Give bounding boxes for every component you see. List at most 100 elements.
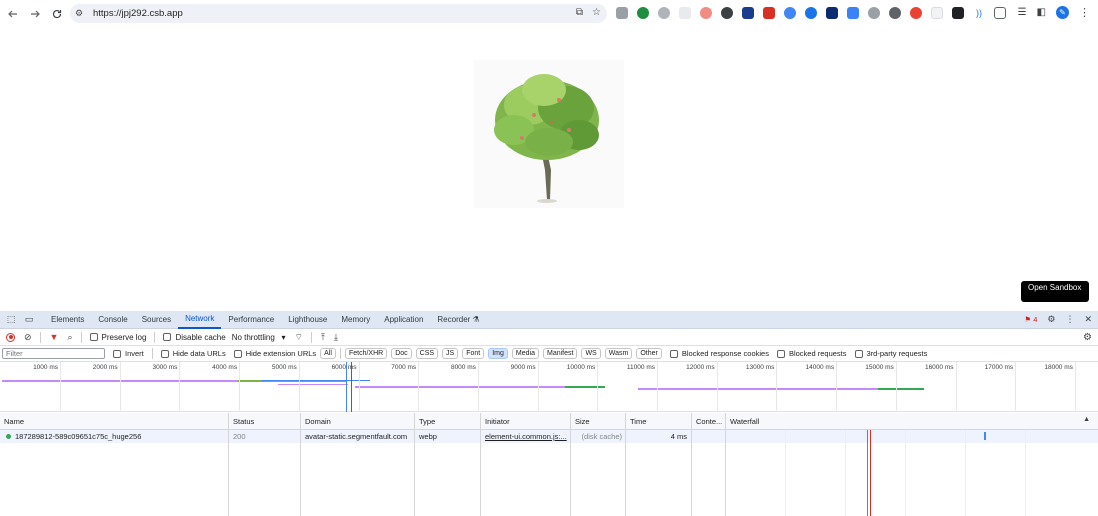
type-filter-js[interactable]: JS [442,348,459,359]
hide-data-urls-checkbox[interactable]: Hide data URLs [160,349,226,358]
type-filter-img[interactable]: Img [488,348,508,359]
settings-gear-icon[interactable]: ⚙ [1047,314,1055,325]
column-type[interactable]: Type [415,413,481,429]
checkbox-box[interactable] [113,349,121,358]
reading-list-icon[interactable]: ☰ [1018,7,1027,18]
network-overview-timeline[interactable]: 1000 ms 2000 ms 3000 ms 4000 ms 5000 ms 6000 … [0,362,1098,412]
column-waterfall[interactable]: Waterfall [726,413,1098,429]
side-panel-icon[interactable]: ◧ [1037,7,1046,18]
tab-elements[interactable]: Elements [44,311,91,329]
column-size[interactable]: Size [571,413,626,429]
extension-icon[interactable] [952,7,964,19]
forward-button[interactable] [26,5,44,23]
tab-network[interactable]: Network [178,311,222,329]
site-info-icon[interactable]: ⚙ [75,8,89,19]
column-content[interactable]: Conte... [692,413,726,429]
type-filter-other[interactable]: Other [636,348,662,359]
checkbox-box[interactable] [669,349,678,358]
camera-extension-icon[interactable] [868,7,880,19]
address-bar[interactable]: ⚙ https://jpj292.csb.app ⧉ ☆ [70,4,607,23]
type-filter-all[interactable]: All [320,348,336,359]
extension-icon[interactable] [658,7,670,19]
tab-recorder[interactable]: Recorder ⚗ [430,311,486,329]
preserve-log-checkbox[interactable]: Preserve log [89,333,146,342]
more-options-icon[interactable]: ⋮ [1065,314,1074,325]
export-har-icon[interactable]: ⤓ [334,332,338,343]
extension-icon[interactable] [889,7,901,19]
reload-button[interactable] [48,5,66,23]
type-filter-wasm[interactable]: Wasm [604,348,633,359]
type-filter-font[interactable]: Font [462,348,485,359]
invert-checkbox[interactable]: Invert [113,349,144,358]
checkbox-box[interactable] [776,349,785,358]
network-conditions-icon[interactable]: ⌔ [295,332,303,343]
back-button[interactable] [4,5,22,23]
bookmark-star-icon[interactable]: ☆ [592,7,601,18]
blocked-response-cookies-checkbox[interactable]: Blocked response cookies [669,349,769,358]
extension-icon[interactable] [826,7,838,19]
row-initiator-link[interactable]: element-ui.common.js:... [481,430,571,443]
url-text[interactable]: https://jpj292.csb.app [93,8,183,19]
disable-cache-checkbox[interactable]: Disable cache [163,333,226,342]
import-har-icon[interactable]: ⤒ [321,332,325,343]
extension-icon[interactable] [616,7,628,19]
clear-icon[interactable]: ⊘ [24,332,32,343]
install-app-icon[interactable]: ⧉ [576,7,583,18]
extension-icon[interactable]: )) [973,7,985,19]
extension-icon[interactable] [721,7,733,19]
extension-icon[interactable] [784,7,796,19]
checkbox-box[interactable] [89,333,98,341]
tab-application[interactable]: Application [377,311,430,329]
column-name[interactable]: Name [0,413,229,429]
throttling-select[interactable]: No throttling ▾ [232,333,286,342]
issues-badge[interactable]: ⚑ 4 [1024,315,1037,324]
extension-icon[interactable] [847,7,859,19]
dom-content-loaded-line [867,430,868,516]
checkbox-box[interactable] [854,349,863,358]
column-status[interactable]: Status [229,413,301,429]
extension-icon[interactable] [700,7,712,19]
row-name-cell[interactable]: 187289812-589c09651c75c_huge256 [0,430,229,443]
extension-icon[interactable] [679,7,691,19]
type-filter-fetch-xhr[interactable]: Fetch/XHR [344,348,388,359]
table-row[interactable]: 187289812-589c09651c75c_huge256 200 avat… [0,430,1098,443]
extension-icon[interactable] [805,7,817,19]
filter-input[interactable] [2,348,105,359]
checkbox-box[interactable] [160,349,169,358]
type-filter-ws[interactable]: WS [581,348,601,359]
tab-lighthouse[interactable]: Lighthouse [281,311,334,329]
filter-funnel-icon[interactable]: ▼ [50,332,59,342]
blocked-requests-checkbox[interactable]: Blocked requests [776,349,847,358]
third-party-requests-checkbox[interactable]: 3rd-party requests [854,349,927,358]
tab-performance[interactable]: Performance [221,311,281,329]
extension-icon[interactable] [763,7,775,19]
search-icon[interactable]: ⌕ [67,332,72,343]
extension-icon[interactable] [910,7,922,19]
tab-console[interactable]: Console [91,311,134,329]
tab-sources[interactable]: Sources [135,311,178,329]
menu-kebab-icon[interactable]: ⋮ [1079,6,1090,19]
shield-extension-icon[interactable] [637,7,649,19]
record-button[interactable] [6,332,15,342]
open-sandbox-button[interactable]: Open Sandbox [1021,281,1089,302]
profile-avatar[interactable]: ✎ [1056,6,1069,19]
checkbox-box[interactable] [163,333,172,341]
column-initiator[interactable]: Initiator [481,413,571,429]
checkbox-box[interactable] [233,349,242,358]
device-toolbar-icon[interactable]: ▭ [22,314,36,326]
extension-icon[interactable] [931,7,943,19]
extension-icon[interactable] [742,7,754,19]
close-icon[interactable]: ✕ [1084,314,1092,325]
column-time[interactable]: Time [626,413,692,429]
column-domain[interactable]: Domain [301,413,415,429]
tab-memory[interactable]: Memory [334,311,377,329]
type-filter-doc[interactable]: Doc [391,348,412,359]
sort-up-icon[interactable]: ▲ [1083,416,1090,423]
inspect-element-icon[interactable]: ⬚ [4,314,18,326]
hide-extension-urls-checkbox[interactable]: Hide extension URLs [233,349,316,358]
type-filter-css[interactable]: CSS [415,348,439,359]
type-filter-media[interactable]: Media [511,348,539,359]
network-settings-gear-icon[interactable]: ⚙ [1083,332,1092,343]
type-filter-manifest[interactable]: Manifest [542,348,578,359]
extensions-puzzle-icon[interactable] [994,7,1006,19]
